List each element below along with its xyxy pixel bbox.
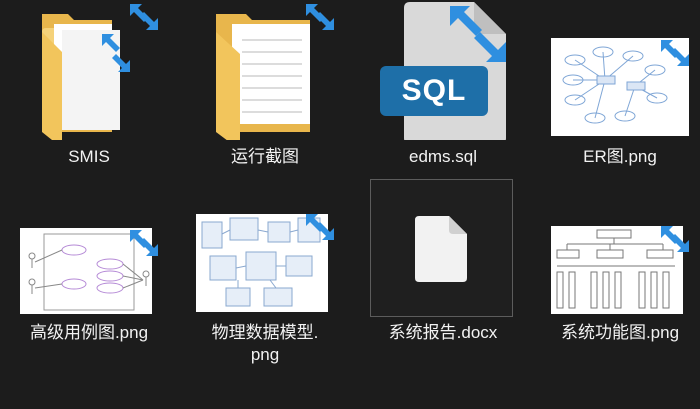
sync-arrows-icon — [448, 4, 508, 64]
file-item-function-png[interactable]: 系统功能图.png — [545, 212, 695, 392]
file-item-physical-model-png[interactable]: 物理数据模型. png — [190, 212, 340, 392]
file-item-usecase-png[interactable]: 高级用例图.png — [14, 212, 164, 392]
blank-document-icon — [415, 216, 467, 282]
sql-badge-text: SQL — [401, 74, 467, 107]
file-label: 高级用例图.png — [29, 323, 149, 342]
sync-arrows-icon — [304, 212, 336, 242]
file-label: 运行截图 — [231, 147, 299, 166]
file-label: 系统报告.docx — [388, 323, 498, 342]
image-thumbnail — [545, 0, 695, 140]
file-label: edms.sql — [408, 147, 478, 166]
sync-arrows-icon — [128, 2, 160, 32]
sync-arrows-icon — [659, 38, 691, 68]
sync-arrows-icon — [659, 224, 691, 254]
file-item-smis[interactable]: SMIS — [14, 0, 164, 180]
file-item-report-docx[interactable] — [370, 179, 513, 317]
file-label: 系统功能图.png — [560, 323, 680, 342]
file-item-er-png[interactable]: ER图.png — [545, 0, 695, 180]
file-label: 物理数据模型. png — [211, 323, 319, 364]
sync-arrows-icon — [128, 228, 160, 258]
file-label: ER图.png — [583, 147, 657, 166]
file-label: SMIS — [68, 147, 110, 166]
sync-arrows-icon — [100, 32, 132, 74]
sync-arrows-icon — [304, 2, 336, 32]
file-item-screenshots[interactable]: 运行截图 — [190, 0, 340, 180]
file-item-edms-sql[interactable]: SQL edms.sql — [368, 0, 518, 180]
